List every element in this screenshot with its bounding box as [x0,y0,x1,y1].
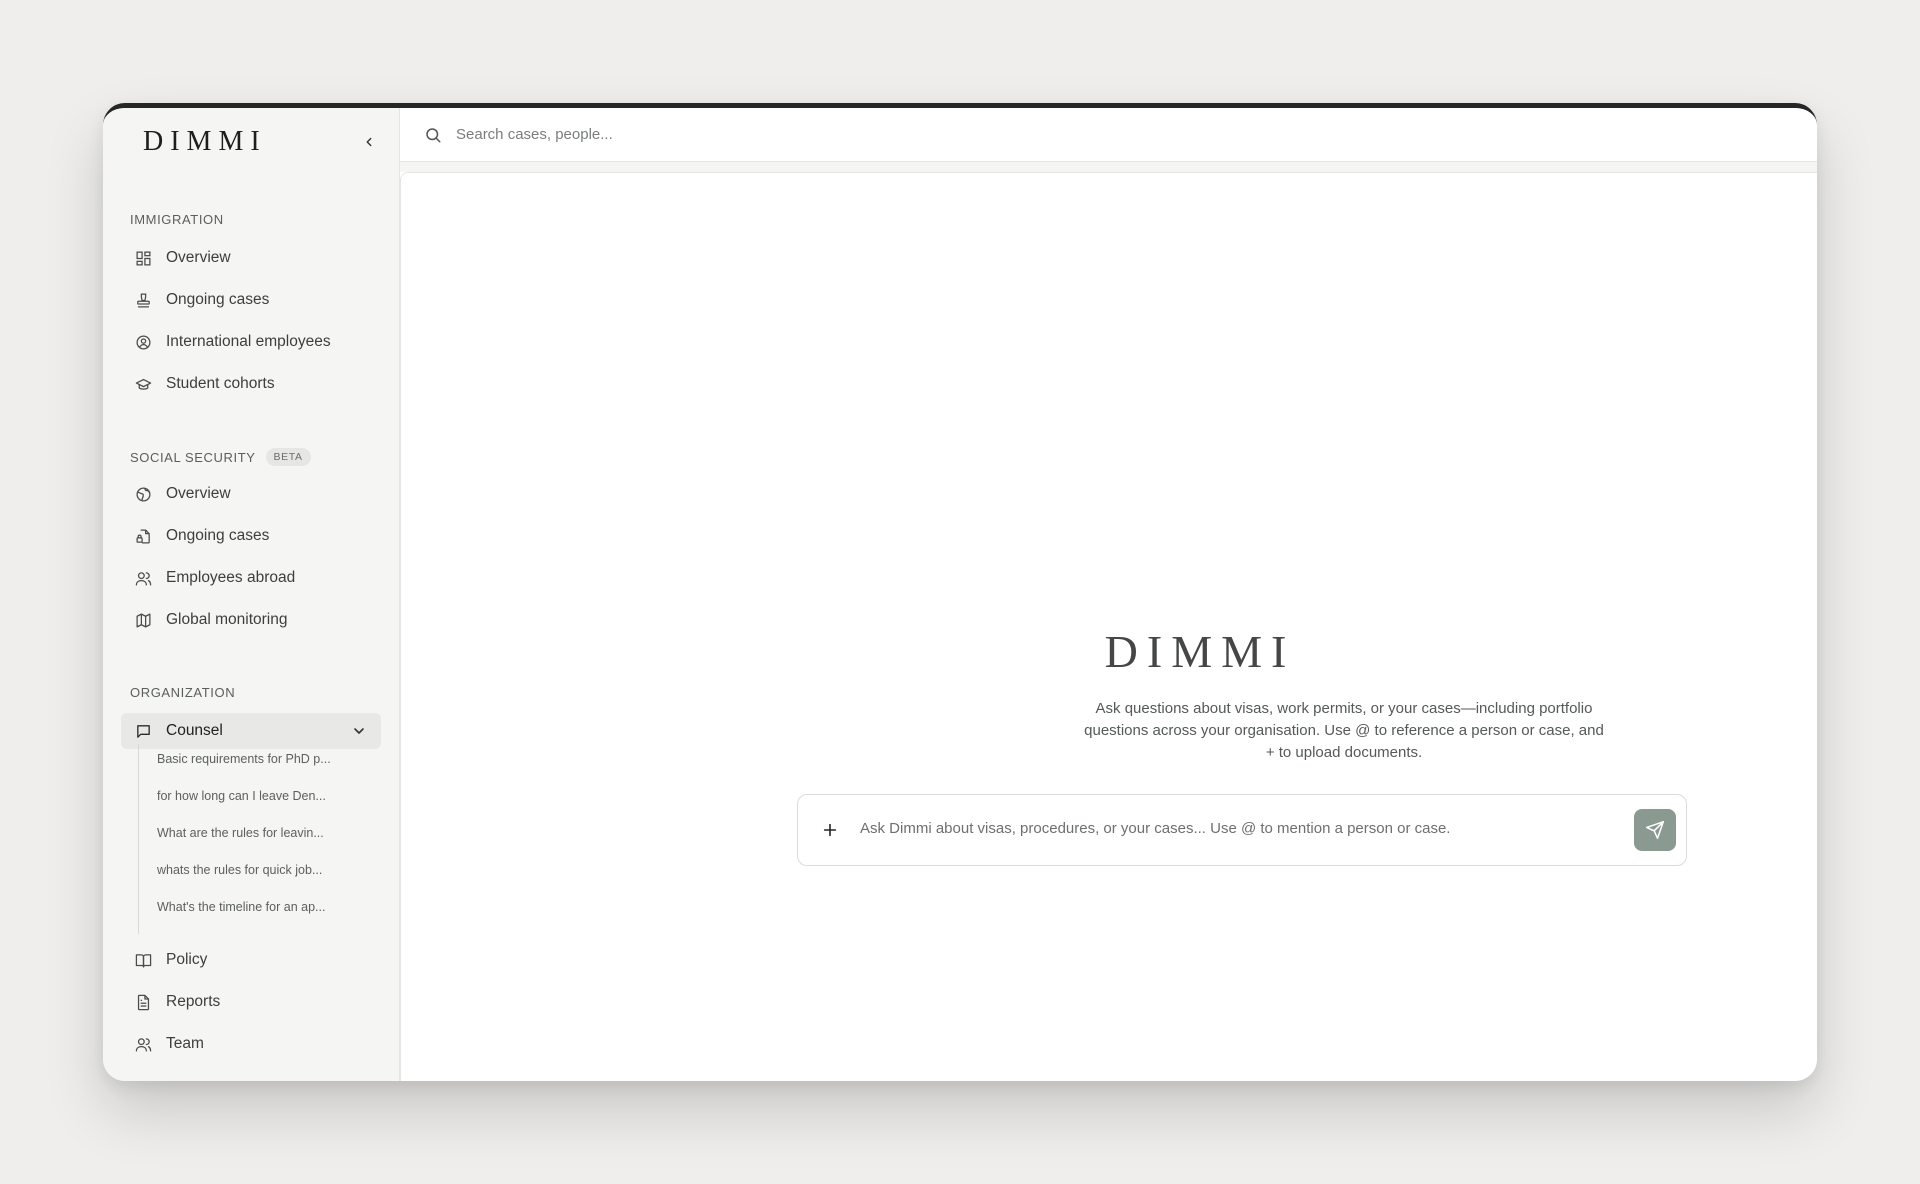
sidebar-item-international-employees[interactable]: International employees [121,324,381,360]
message-square-icon [137,724,150,738]
sidebar-item-global-monitoring[interactable]: Global monitoring [121,602,381,638]
book-open-icon [135,953,152,968]
section-label-social-security: SOCIAL SECURITY BETA [130,448,311,466]
conversation-item[interactable]: for how long can I leave Den... [157,781,372,811]
conversation-item[interactable]: What's the timeline for an ap... [157,892,372,922]
globe-icon [136,486,151,502]
brand-logo: DIMMI [143,126,267,157]
sidebar-item-team[interactable]: Team [121,1026,381,1062]
app-window: DIMMI IMMIGRATION Overview Ongoing cases… [103,103,1817,1081]
map-icon [136,612,151,628]
chevron-left-icon [366,137,372,147]
sidebar-item-employees-abroad[interactable]: Employees abroad [121,560,381,596]
graduation-cap-icon [135,378,152,390]
section-label-organization: ORGANIZATION [130,685,236,700]
stamp-icon [137,292,150,308]
top-search-bar [400,108,1817,162]
file-text-icon [137,994,150,1010]
plus-icon [823,823,837,837]
section-label-immigration: IMMIGRATION [130,212,224,227]
sidebar-item-student-cohorts[interactable]: Student cohorts [121,366,381,402]
sidebar-item-social-overview[interactable]: Overview [121,476,381,512]
sidebar-item-reports[interactable]: Reports [121,984,381,1020]
search-icon [426,127,441,142]
send-icon [1645,820,1665,840]
conversation-item[interactable]: Basic requirements for PhD p... [157,744,372,774]
sidebar-item-policy[interactable]: Policy [121,942,381,978]
file-lock-icon [136,528,150,544]
sidebar: DIMMI IMMIGRATION Overview Ongoing cases… [103,108,400,1081]
sidebar-item-social-ongoing-cases[interactable]: Ongoing cases [121,518,381,554]
user-circle-icon [136,334,151,350]
collapse-sidebar-button[interactable] [357,130,381,154]
conversation-item[interactable]: whats the rules for quick job... [157,855,372,885]
upload-button[interactable] [800,800,860,860]
beta-badge: BETA [265,448,311,466]
sidebar-item-immigration-overview[interactable]: Overview [121,240,381,276]
header-gap [400,162,1817,172]
users-icon [135,1037,152,1052]
sidebar-item-immigration-ongoing-cases[interactable]: Ongoing cases [121,282,381,318]
conversation-item[interactable]: What are the rules for leavin... [157,818,372,848]
chat-input[interactable] [860,819,1634,837]
grid-icon [136,250,151,266]
search-input[interactable] [456,126,1056,143]
chevron-down-icon[interactable] [351,723,367,739]
counsel-conversation-list: Basic requirements for PhD p... for how … [138,744,378,934]
hero-description: Ask questions about visas, work permits,… [1084,700,1604,761]
users-icon [135,571,152,586]
send-button[interactable] [1634,809,1676,851]
chat-composer [797,794,1687,866]
